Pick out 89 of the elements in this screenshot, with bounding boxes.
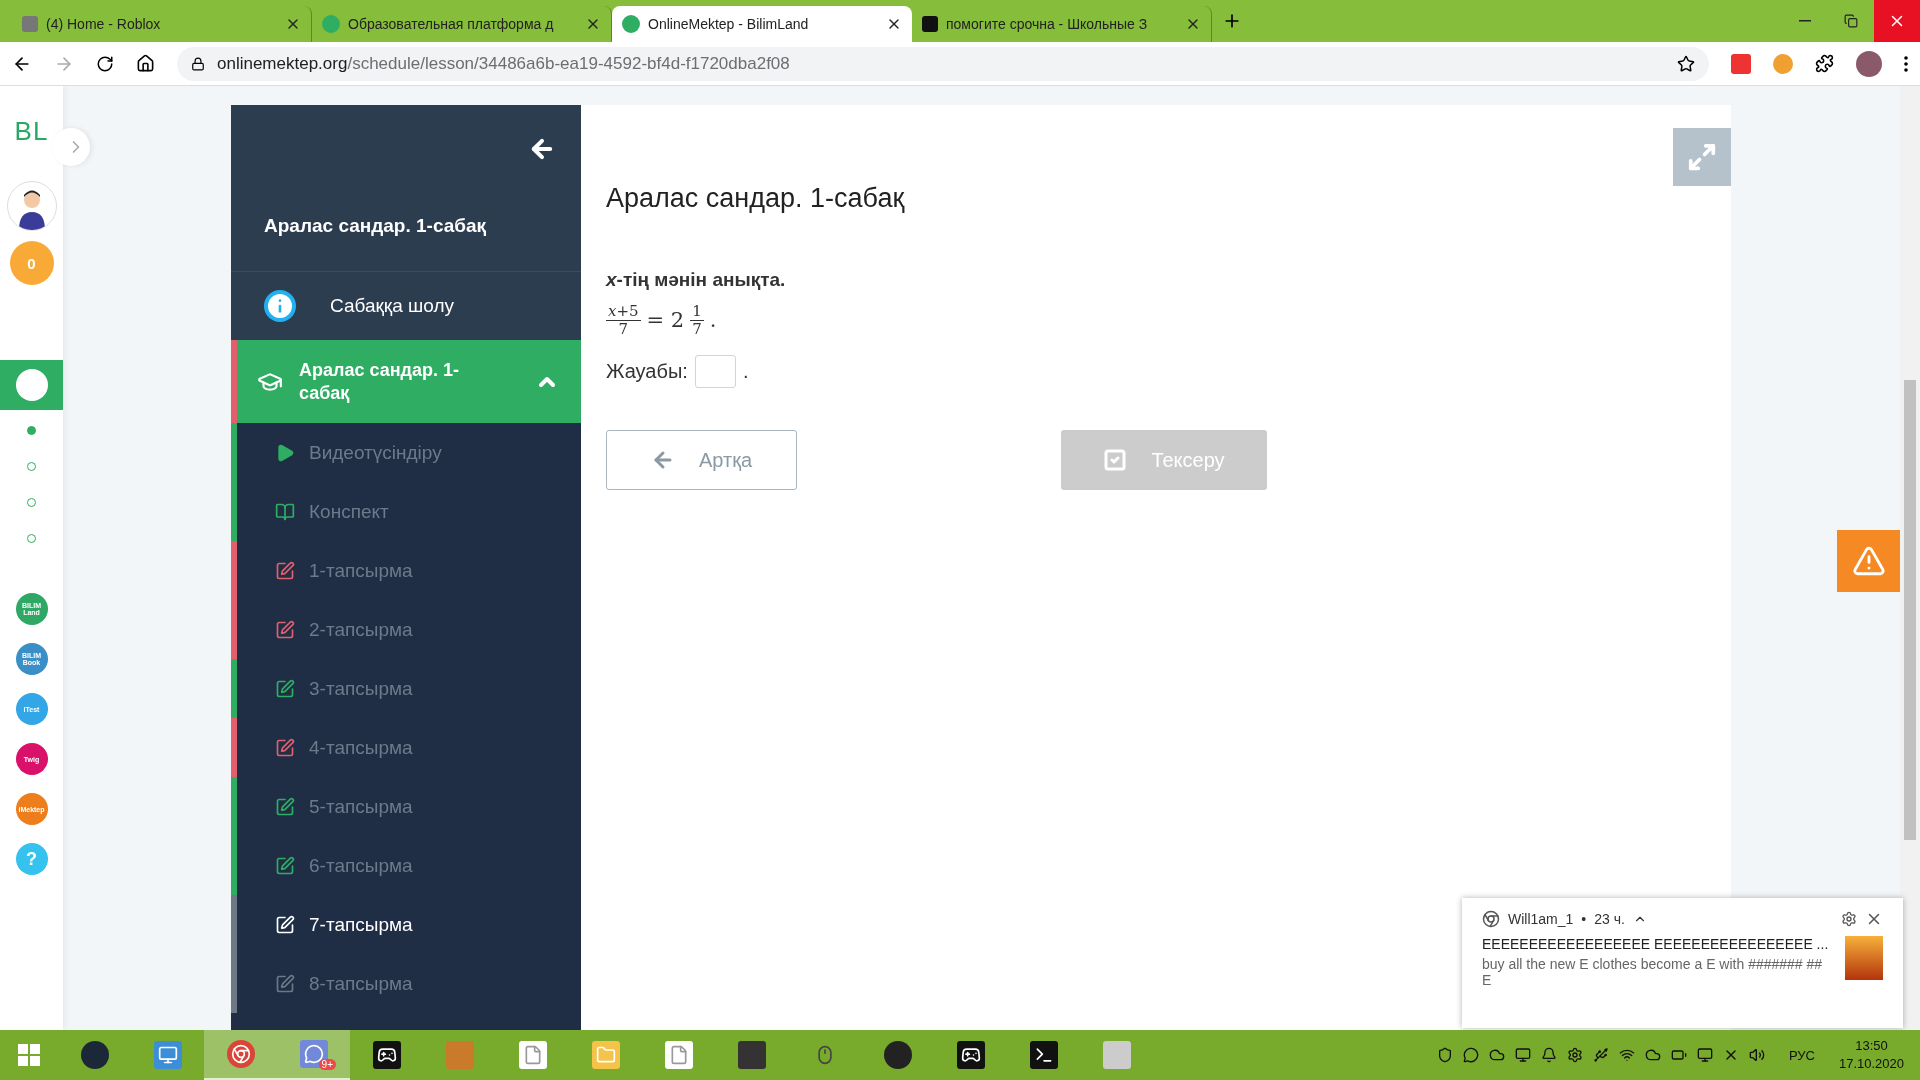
back-button[interactable]: Артқа (606, 430, 797, 490)
browser-tab[interactable]: OnlineMektep - BilimLand (612, 6, 912, 42)
lesson-item[interactable]: 4-тапсырма (309, 736, 413, 759)
browser-icon (1482, 910, 1500, 928)
app-icon (1102, 1041, 1131, 1069)
section-header[interactable]: Аралас сандар. 1-сабақ (231, 340, 581, 423)
lesson-item[interactable]: Видеотүсіндіру (309, 441, 442, 464)
taskbar-button[interactable]: 9+ (277, 1030, 350, 1080)
edit-icon (275, 855, 295, 876)
answer-field[interactable] (694, 355, 736, 388)
tab-favicon-icon (622, 15, 640, 33)
overview-item[interactable]: Сабаққа шолу (231, 272, 581, 340)
lesson-item[interactable]: 7-тапсырма (309, 913, 413, 936)
star-icon[interactable] (1677, 54, 1695, 73)
tray-icon[interactable] (1462, 1047, 1479, 1063)
answer-label: Жауабы: (606, 360, 688, 383)
book-icon (275, 501, 295, 522)
checkbox-icon (1103, 448, 1128, 472)
tray-icon[interactable] (1566, 1047, 1583, 1063)
site-logo[interactable]: BL (14, 116, 49, 147)
extensions-icon[interactable] (1815, 54, 1834, 73)
settings-icon[interactable] (1841, 911, 1857, 927)
language-indicator[interactable]: РУС (1788, 1047, 1815, 1063)
notification-badge: 9+ (318, 1059, 336, 1070)
scrollbar[interactable] (1900, 86, 1920, 1030)
lesson-item[interactable]: 5-тапсырма (309, 795, 413, 818)
fullscreen-icon (1687, 142, 1717, 172)
separator-dot: • (1581, 911, 1587, 927)
home-icon[interactable] (136, 54, 155, 73)
edit-icon (275, 914, 295, 935)
lesson-item[interactable]: 6-тапсырма (309, 854, 413, 877)
document-icon (664, 1041, 693, 1069)
app-icon (883, 1041, 912, 1069)
edit-icon (275, 560, 295, 581)
minimize-icon (1799, 20, 1811, 22)
extension-icon[interactable] (1731, 53, 1751, 74)
notification-title: EEEEEEEEEEEEEEEEEE EEEEEEEEEEEEEEEEE ... (1482, 936, 1830, 952)
edit-icon (275, 619, 295, 640)
lesson-item[interactable]: 1-тапсырма (309, 559, 413, 582)
app-icon (737, 1041, 766, 1069)
browser-icon (226, 1040, 255, 1068)
clock[interactable]: 13:50 17.10.2020 (1838, 1036, 1904, 1074)
edit-icon (275, 678, 295, 699)
tray-icon[interactable] (1644, 1047, 1661, 1063)
tab-favicon-icon (922, 16, 938, 32)
sidebar-title: Аралас сандар. 1-сабақ (264, 215, 488, 237)
warning-icon (1851, 544, 1886, 578)
pager-dot[interactable] (27, 426, 36, 435)
windows-icon (18, 1044, 40, 1066)
play-icon (275, 442, 295, 463)
lesson-title: Аралас сандар. 1-сабақ (606, 183, 906, 214)
tray-icon[interactable] (1436, 1047, 1453, 1063)
tray-icon[interactable] (1514, 1047, 1531, 1063)
tab-favicon-icon (322, 15, 340, 33)
tray-icon[interactable] (1488, 1047, 1505, 1063)
edit-icon (275, 796, 295, 817)
avatar-icon[interactable] (1856, 50, 1882, 77)
app-link[interactable]: ? (15, 843, 48, 875)
desktop-icon (153, 1041, 182, 1069)
folder-icon (591, 1041, 620, 1069)
lesson-item[interactable]: 8-тапсырма (309, 972, 413, 995)
document-icon (518, 1041, 547, 1069)
notification-body: buy all the new E clothes become a E with ####### ## E (1482, 956, 1824, 988)
lesson-item[interactable]: 2-тапсырма (309, 618, 413, 641)
restore-icon (1844, 14, 1858, 28)
lesson-item[interactable]: 3-тапсырма (309, 677, 413, 700)
notification-source: Will1am_1 (1508, 911, 1574, 927)
answer-suffix: . (742, 360, 749, 383)
reload-icon[interactable] (96, 54, 114, 73)
tray-icon[interactable] (1592, 1047, 1609, 1063)
tray-icon[interactable] (1540, 1047, 1557, 1063)
tray-icon[interactable] (1696, 1047, 1713, 1063)
terminal-icon (1029, 1041, 1058, 1069)
edit-icon (275, 737, 295, 758)
nav-item[interactable] (0, 360, 63, 410)
tray-icon[interactable] (1670, 1047, 1687, 1063)
tab-favicon-icon (22, 16, 38, 32)
tray-icon[interactable] (1748, 1047, 1765, 1063)
edit-icon (275, 973, 295, 994)
info-icon (264, 290, 296, 322)
notification-time: 23 ч. (1594, 911, 1625, 927)
menu-icon[interactable] (1904, 55, 1908, 72)
coin-counter: 0 (9, 241, 54, 285)
lock-icon (191, 56, 205, 71)
lesson-item[interactable]: Конспект (309, 500, 389, 523)
photo-placeholder (1845, 936, 1883, 980)
address-field[interactable]: onlinemektep.org/schedule/lesson/34486a6b-ea19-4592-bf4d-f1720dba2f08 (177, 46, 1709, 81)
tray-icon[interactable] (1618, 1047, 1635, 1063)
question-text: x-тің мәнін анықта. (606, 269, 787, 291)
